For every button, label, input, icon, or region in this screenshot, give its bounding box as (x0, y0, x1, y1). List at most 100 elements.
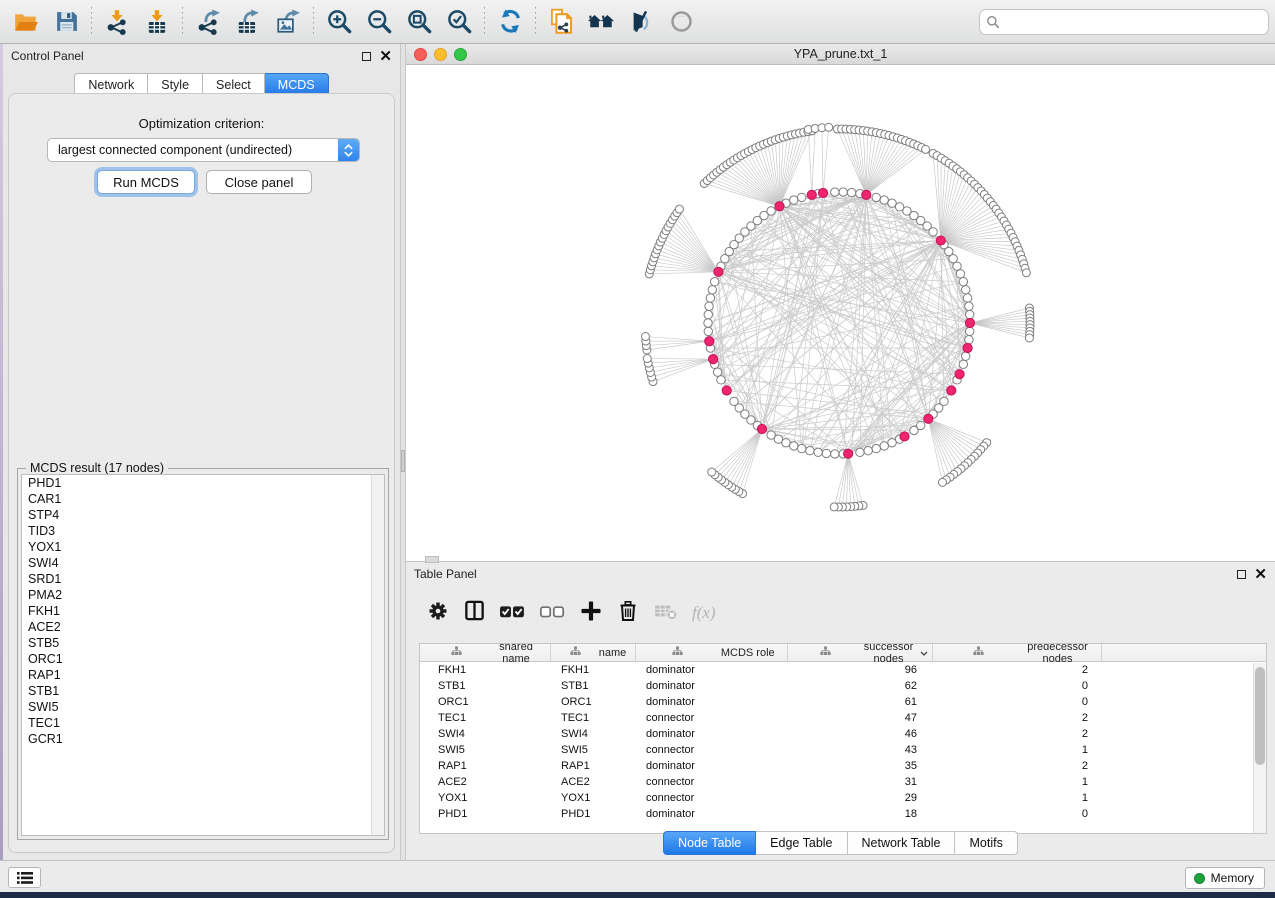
zoom-in-icon[interactable] (319, 4, 359, 40)
cell-shared-name: SWI5 (420, 742, 551, 758)
mcds-result-item[interactable]: STP4 (22, 507, 384, 523)
share-document-icon[interactable] (541, 4, 581, 40)
splitter-handle[interactable] (401, 450, 405, 472)
mcds-result-item[interactable]: SWI4 (22, 555, 384, 571)
column-header-successor-nodes[interactable]: successor nodes (788, 644, 933, 662)
mcds-result-item[interactable]: PMA2 (22, 587, 384, 603)
cell-successor-nodes: 47 (788, 710, 933, 726)
column-header-MCDS-role[interactable]: MCDS role (636, 644, 788, 662)
float-panel-icon[interactable] (362, 52, 371, 61)
search-box (979, 9, 1269, 35)
mcds-tab-content: Optimization criterion: largest connecte… (8, 93, 395, 853)
cell-name: SWI5 (551, 742, 636, 758)
close-panel-icon[interactable]: ✕ (1254, 570, 1267, 579)
column-header-shared-name[interactable]: shared name (420, 644, 551, 662)
memory-button[interactable]: Memory (1185, 867, 1265, 889)
toolbar-separator (91, 7, 92, 37)
refresh-icon[interactable] (490, 4, 530, 40)
cell-successor-nodes: 96 (788, 662, 933, 678)
mcds-result-item[interactable]: STB1 (22, 683, 384, 699)
mcds-result-item[interactable]: SRD1 (22, 571, 384, 587)
criterion-dropdown[interactable]: largest connected component (undirected) (47, 138, 360, 162)
close-panel-icon[interactable]: ✕ (379, 52, 392, 61)
table-row[interactable]: TEC1TEC1connector472 (420, 710, 1266, 726)
cell-shared-name: PHD1 (420, 806, 551, 822)
maximize-window-icon[interactable] (454, 48, 467, 61)
close-panel-button[interactable]: Close panel (206, 170, 312, 194)
column-label: name (594, 647, 631, 659)
select-all-icon[interactable] (499, 597, 526, 629)
hide-labels-icon[interactable] (621, 4, 661, 40)
mcds-result-item[interactable]: ACE2 (22, 619, 384, 635)
attribute-icon (426, 646, 486, 659)
table-row[interactable]: SWI5SWI5connector431 (420, 742, 1266, 758)
mcds-result-item[interactable]: RAP1 (22, 667, 384, 683)
zoom-fit-icon[interactable] (399, 4, 439, 40)
search-icon (986, 15, 1000, 29)
float-panel-icon[interactable] (1237, 570, 1246, 579)
table-row[interactable]: STB1STB1dominator620 (420, 678, 1266, 694)
cell-successor-nodes: 46 (788, 726, 933, 742)
split-view-icon[interactable] (463, 599, 486, 627)
table-row[interactable]: RAP1RAP1dominator352 (420, 758, 1266, 774)
homes-icon[interactable] (581, 4, 621, 40)
criterion-value: largest connected component (undirected) (48, 143, 338, 157)
import-table-icon[interactable] (137, 4, 177, 40)
cell-MCDS-role: connector (636, 710, 788, 726)
tab-edge-table[interactable]: Edge Table (756, 831, 847, 855)
close-window-icon[interactable] (414, 48, 427, 61)
zoom-selected-icon[interactable] (439, 4, 479, 40)
delete-column-icon[interactable] (616, 599, 640, 628)
table-row[interactable]: ORC1ORC1dominator610 (420, 694, 1266, 710)
cell-name: ORC1 (551, 694, 636, 710)
tab-node-table[interactable]: Node Table (663, 831, 756, 855)
mcds-result-item[interactable]: SWI5 (22, 699, 384, 715)
import-network-icon[interactable] (97, 4, 137, 40)
cell-predecessor-nodes: 1 (933, 790, 1102, 806)
mcds-result-item[interactable]: ORC1 (22, 651, 384, 667)
export-network-icon[interactable] (188, 4, 228, 40)
network-window-titlebar[interactable]: YPA_prune.txt_1 (406, 44, 1275, 65)
mcds-result-item[interactable]: STB5 (22, 635, 384, 651)
node-table[interactable]: shared name name MCDS rolesuccessor nodesp… (419, 643, 1267, 834)
run-mcds-button[interactable]: Run MCDS (97, 170, 195, 194)
search-input[interactable] (979, 9, 1269, 35)
table-row[interactable]: FKH1FKH1dominator962 (420, 662, 1266, 678)
mcds-result-list[interactable]: PHD1CAR1STP4TID3YOX1SWI4SRD1PMA2FKH1ACE2… (21, 474, 385, 836)
mcds-result-item[interactable]: CAR1 (22, 491, 384, 507)
export-table-icon[interactable] (228, 4, 268, 40)
tab-network-table[interactable]: Network Table (848, 831, 956, 855)
memory-label: Memory (1211, 871, 1254, 885)
horizontal-splitter-handle[interactable] (425, 556, 439, 563)
cell-name: ACE2 (551, 774, 636, 790)
export-image-icon[interactable] (268, 4, 308, 40)
scrollbar-thumb[interactable] (1255, 667, 1265, 765)
table-row[interactable]: PHD1PHD1dominator180 (420, 806, 1266, 822)
table-row[interactable]: YOX1YOX1connector291 (420, 790, 1266, 806)
save-session-icon[interactable] (46, 4, 86, 40)
settings-gear-icon[interactable] (426, 599, 450, 628)
mcds-result-item[interactable]: YOX1 (22, 539, 384, 555)
task-history-button[interactable] (8, 867, 41, 888)
table-scrollbar[interactable] (1253, 663, 1266, 833)
table-row[interactable]: ACE2ACE2connector311 (420, 774, 1266, 790)
mcds-result-item[interactable]: FKH1 (22, 603, 384, 619)
table-row[interactable]: SWI4SWI4dominator462 (420, 726, 1266, 742)
cell-name: TEC1 (551, 710, 636, 726)
column-header-predecessor-nodes[interactable]: predecessor nodes (933, 644, 1102, 662)
tab-motifs[interactable]: Motifs (955, 831, 1017, 855)
mcds-result-item[interactable]: GCR1 (22, 731, 384, 747)
zoom-out-icon[interactable] (359, 4, 399, 40)
mcds-list-scrollbar[interactable] (371, 475, 384, 835)
deselect-all-icon[interactable] (539, 597, 566, 629)
mcds-result-item[interactable]: PHD1 (22, 475, 384, 491)
network-canvas[interactable] (406, 65, 1275, 561)
open-session-icon[interactable] (6, 4, 46, 40)
minimize-window-icon[interactable] (434, 48, 447, 61)
column-header-name[interactable]: name (551, 644, 636, 662)
add-column-icon[interactable] (579, 599, 603, 628)
cell-name: PHD1 (551, 806, 636, 822)
network-graph[interactable] (406, 65, 1275, 561)
mcds-result-item[interactable]: TID3 (22, 523, 384, 539)
mcds-result-item[interactable]: TEC1 (22, 715, 384, 731)
